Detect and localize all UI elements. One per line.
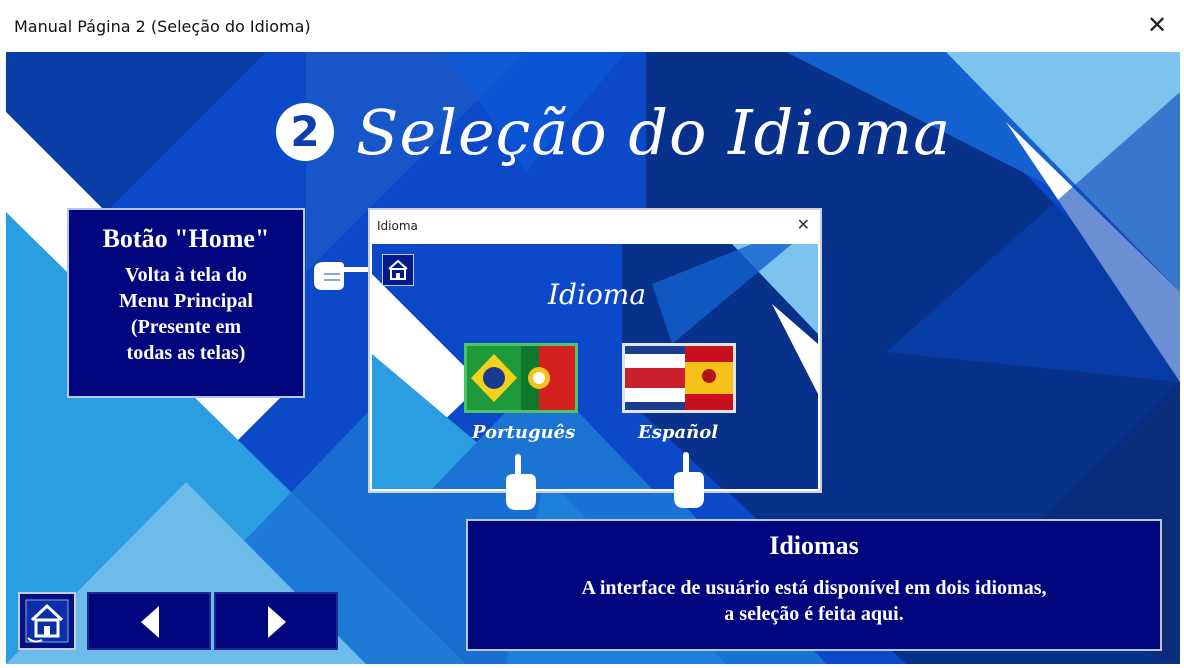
home-callout-line: Volta à tela do: [124, 264, 248, 286]
home-callout-line: todas as telas): [126, 342, 246, 364]
window-titlebar: Manual Página 2 (Seleção do Idioma) ✕: [0, 0, 1184, 50]
spanish-option-label[interactable]: Español: [638, 422, 718, 443]
languages-callout-line: a seleção é feita aqui.: [724, 603, 904, 625]
portuguese-option-label[interactable]: Português: [472, 422, 575, 443]
slide-title-text: Seleção do Idioma: [356, 95, 952, 169]
spanish-flag-button[interactable]: [622, 343, 736, 413]
home-button-callout: Botão "Home" Volta à tela do Menu Princi…: [67, 208, 305, 398]
dialog-heading: Idioma: [548, 278, 647, 311]
dialog-close-icon[interactable]: ✕: [797, 215, 810, 234]
pointing-hand-up-icon: [506, 454, 536, 510]
pointing-hand-up-icon: [674, 452, 704, 508]
home-button[interactable]: [18, 592, 76, 650]
dialog-home-button[interactable]: [382, 254, 414, 286]
step-number-badge: 2: [276, 103, 334, 161]
languages-callout-heading: Idiomas: [769, 531, 859, 560]
home-callout-line: Menu Principal: [119, 290, 253, 312]
dialog-title: Idioma: [377, 219, 418, 233]
previous-page-button[interactable]: [87, 592, 211, 650]
close-icon[interactable]: ✕: [1146, 12, 1168, 38]
costa-rica-spain-flag-icon: [625, 346, 733, 410]
brazil-portugal-flag-icon: [467, 346, 575, 410]
languages-callout: Idiomas A interface de usuário está disp…: [466, 519, 1162, 651]
dialog-body: Idioma Português Español: [372, 244, 818, 489]
slide-navigation: [18, 592, 340, 652]
portuguese-flag-button[interactable]: [464, 343, 578, 413]
window-title: Manual Página 2 (Seleção do Idioma): [14, 17, 311, 36]
home-icon: [25, 599, 69, 643]
next-page-button[interactable]: [214, 592, 338, 650]
home-callout-heading: Botão "Home": [102, 224, 270, 253]
slide-title: 2 Seleção do Idioma: [276, 92, 951, 172]
dialog-titlebar: Idioma ✕: [370, 210, 820, 240]
triangle-left-icon: [141, 606, 159, 638]
language-dialog-preview: Idioma ✕ Idioma Português Español: [368, 208, 822, 493]
triangle-right-icon: [268, 606, 286, 638]
slide-stage: 2 Seleção do Idioma Botão "Home" Volta à…: [6, 52, 1180, 664]
home-callout-line: (Presente em: [130, 316, 242, 338]
languages-callout-line: A interface de usuário está disponível e…: [581, 577, 1047, 599]
pointing-hand-right-icon: [314, 262, 370, 290]
home-icon: [388, 259, 408, 280]
